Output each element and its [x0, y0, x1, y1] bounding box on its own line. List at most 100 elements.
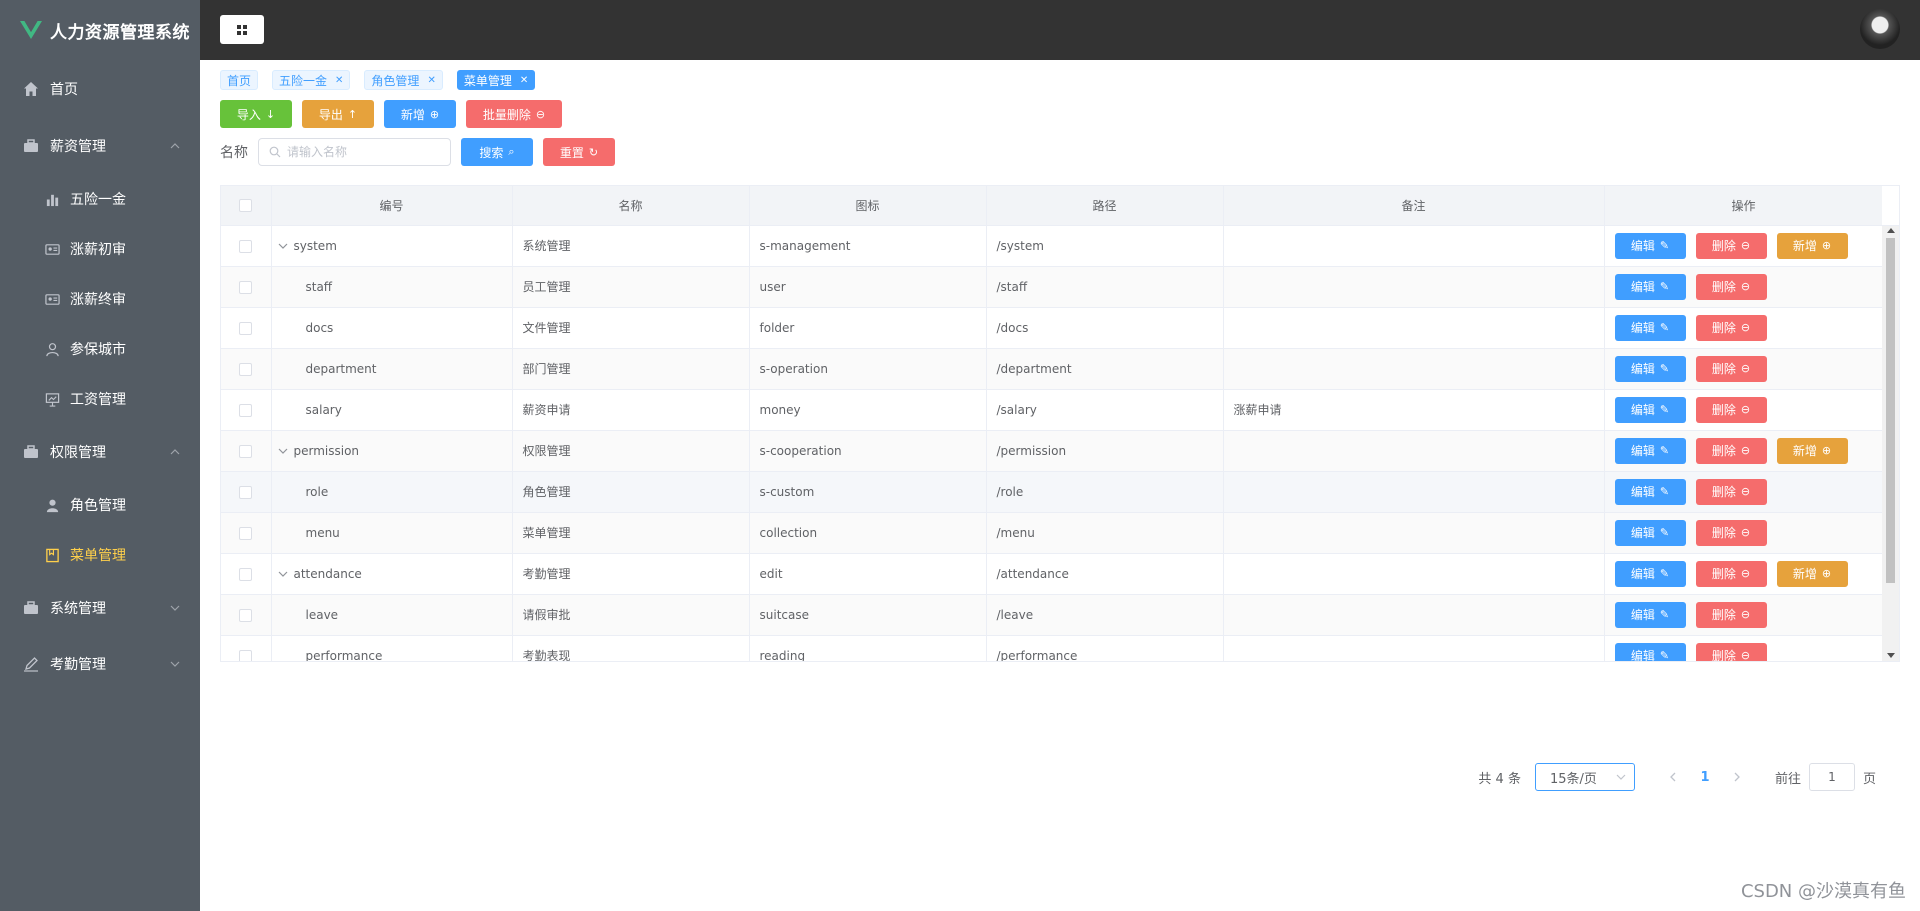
search-button[interactable]: 搜索 ⌕	[461, 138, 533, 166]
scroll-up-arrow-icon[interactable]	[1887, 228, 1895, 233]
submenu-raise-final[interactable]: 涨薪终审	[0, 274, 200, 324]
expand-chevron-icon[interactable]	[278, 241, 288, 251]
delete-button[interactable]: 删除 ⊖	[1695, 232, 1767, 259]
edit-icon: ✎	[1659, 485, 1670, 498]
submenu-insured-city[interactable]: 参保城市	[0, 324, 200, 374]
submenu-menu[interactable]: 菜单管理	[0, 530, 200, 580]
row-checkbox[interactable]	[239, 444, 253, 458]
submenu-insurance[interactable]: 五险一金	[0, 174, 200, 224]
scroll-down-arrow-icon[interactable]	[1887, 653, 1895, 658]
import-button[interactable]: 导入 ↓	[220, 100, 292, 128]
reset-button[interactable]: 重置 ↻	[543, 138, 615, 166]
expand-chevron-icon[interactable]	[278, 446, 288, 456]
tag-menu[interactable]: 菜单管理 ✕	[456, 70, 536, 90]
arrow-up-icon: ↑	[347, 107, 358, 121]
goto-page-input[interactable]	[1808, 763, 1855, 791]
delete-button[interactable]: 删除 ⊖	[1695, 519, 1767, 546]
row-actions: 编辑 ✎ 删除 ⊖	[1614, 314, 1883, 341]
select-cell	[221, 348, 272, 390]
close-icon[interactable]: ✕	[335, 75, 343, 86]
edit-button[interactable]: 编辑 ✎	[1614, 314, 1686, 341]
search-input[interactable]	[287, 145, 437, 159]
close-icon[interactable]: ✕	[427, 75, 435, 86]
row-checkbox[interactable]	[239, 362, 253, 376]
delete-button[interactable]: 删除 ⊖	[1695, 642, 1767, 661]
add-button[interactable]: 新增 ⊕	[384, 100, 456, 128]
edit-button[interactable]: 编辑 ✎	[1614, 560, 1686, 587]
edit-button[interactable]: 编辑 ✎	[1614, 437, 1686, 464]
row-checkbox[interactable]	[239, 526, 253, 540]
tag-home[interactable]: 首页	[220, 70, 259, 90]
column-header: 图标	[749, 186, 987, 226]
edit-button[interactable]: 编辑 ✎	[1614, 519, 1686, 546]
row-checkbox[interactable]	[239, 649, 253, 661]
delete-button[interactable]: 删除 ⊖	[1695, 355, 1767, 382]
search-field[interactable]	[258, 138, 451, 166]
edit-button[interactable]: 编辑 ✎	[1614, 478, 1686, 505]
close-icon[interactable]: ✕	[520, 75, 528, 86]
menu-label: 权限管理	[50, 445, 106, 461]
edit-button[interactable]: 编辑 ✎	[1614, 232, 1686, 259]
chevron-down-icon	[1616, 772, 1626, 782]
menu-attendance[interactable]: 考勤管理	[0, 636, 200, 692]
circle-minus-icon: ⊖	[1740, 444, 1751, 457]
row-checkbox[interactable]	[239, 239, 253, 253]
delete-button[interactable]: 删除 ⊖	[1695, 560, 1767, 587]
page-number[interactable]: 1	[1687, 770, 1723, 785]
table-scrollbar[interactable]	[1882, 226, 1899, 661]
search-icon: ⌕	[508, 145, 515, 158]
row-checkbox[interactable]	[239, 567, 253, 581]
next-page-button[interactable]	[1723, 772, 1751, 782]
row-checkbox[interactable]	[239, 403, 253, 417]
edit-button[interactable]: 编辑 ✎	[1614, 642, 1686, 661]
menu-permission[interactable]: 权限管理	[0, 424, 200, 480]
tag-label: 菜单管理	[463, 73, 512, 88]
presentation-icon	[44, 391, 60, 407]
row-checkbox[interactable]	[239, 321, 253, 335]
delete-button[interactable]: 删除 ⊖	[1695, 478, 1767, 505]
menu-home[interactable]: 首页	[0, 60, 200, 118]
scrollbar-thumb[interactable]	[1886, 238, 1895, 583]
menu-toggle-button[interactable]	[220, 15, 264, 44]
add-child-button[interactable]: 新增 ⊕	[1776, 232, 1848, 259]
select-all-checkbox[interactable]	[239, 199, 253, 213]
table-row: permission 权限管理 s-cooperation/permission 编辑…	[221, 430, 1884, 472]
reset-btn-label: 重置	[559, 145, 584, 160]
row-actions: 编辑 ✎ 删除 ⊖	[1614, 478, 1883, 505]
submenu-wage[interactable]: 工资管理	[0, 374, 200, 424]
edit-icon: ✎	[1659, 403, 1670, 416]
edit-button[interactable]: 编辑 ✎	[1614, 273, 1686, 300]
edit-button[interactable]: 编辑 ✎	[1614, 396, 1686, 423]
submenu-role[interactable]: 角色管理	[0, 480, 200, 530]
expand-chevron-icon[interactable]	[278, 569, 288, 579]
edit-button[interactable]: 编辑 ✎	[1614, 355, 1686, 382]
batch-delete-button[interactable]: 批量删除 ⊖	[466, 100, 562, 128]
row-actions: 编辑 ✎ 删除 ⊖	[1614, 519, 1883, 546]
row-checkbox[interactable]	[239, 485, 253, 499]
arrow-down-icon: ↓	[265, 107, 276, 121]
tag-role[interactable]: 角色管理 ✕	[364, 70, 443, 90]
submenu-raise-initial[interactable]: 涨薪初审	[0, 224, 200, 274]
edit-button[interactable]: 编辑 ✎	[1614, 601, 1686, 628]
delete-button[interactable]: 删除 ⊖	[1695, 601, 1767, 628]
tag-insurance[interactable]: 五险一金 ✕	[272, 70, 351, 90]
table-header-row: 编号 名称 图标 路径 备注 操作	[221, 186, 1884, 226]
add-child-button[interactable]: 新增 ⊕	[1776, 437, 1848, 464]
delete-button[interactable]: 删除 ⊖	[1695, 314, 1767, 341]
page-size-select[interactable]: 15条/页	[1534, 763, 1635, 791]
avatar[interactable]	[1860, 9, 1900, 49]
delete-label: 删除	[1711, 362, 1736, 376]
menu-system[interactable]: 系统管理	[0, 580, 200, 636]
delete-button[interactable]: 删除 ⊖	[1695, 273, 1767, 300]
delete-button[interactable]: 删除 ⊖	[1695, 437, 1767, 464]
row-checkbox[interactable]	[239, 280, 253, 294]
row-checkbox[interactable]	[239, 608, 253, 622]
menu-salary[interactable]: 薪资管理	[0, 118, 200, 174]
export-button[interactable]: 导出 ↑	[302, 100, 374, 128]
main-content: 首页 五险一金 ✕ 角色管理 ✕ 菜单管理 ✕ 导入 ↓ 导出 ↑ 新增 ⊕ 批量删除 ⊖ 名…	[200, 60, 1920, 911]
edit-icon: ✎	[1659, 444, 1670, 457]
prev-page-button[interactable]	[1659, 772, 1687, 782]
cell-icon: collection	[749, 512, 987, 554]
add-child-button[interactable]: 新增 ⊕	[1776, 560, 1848, 587]
delete-button[interactable]: 删除 ⊖	[1695, 396, 1767, 423]
